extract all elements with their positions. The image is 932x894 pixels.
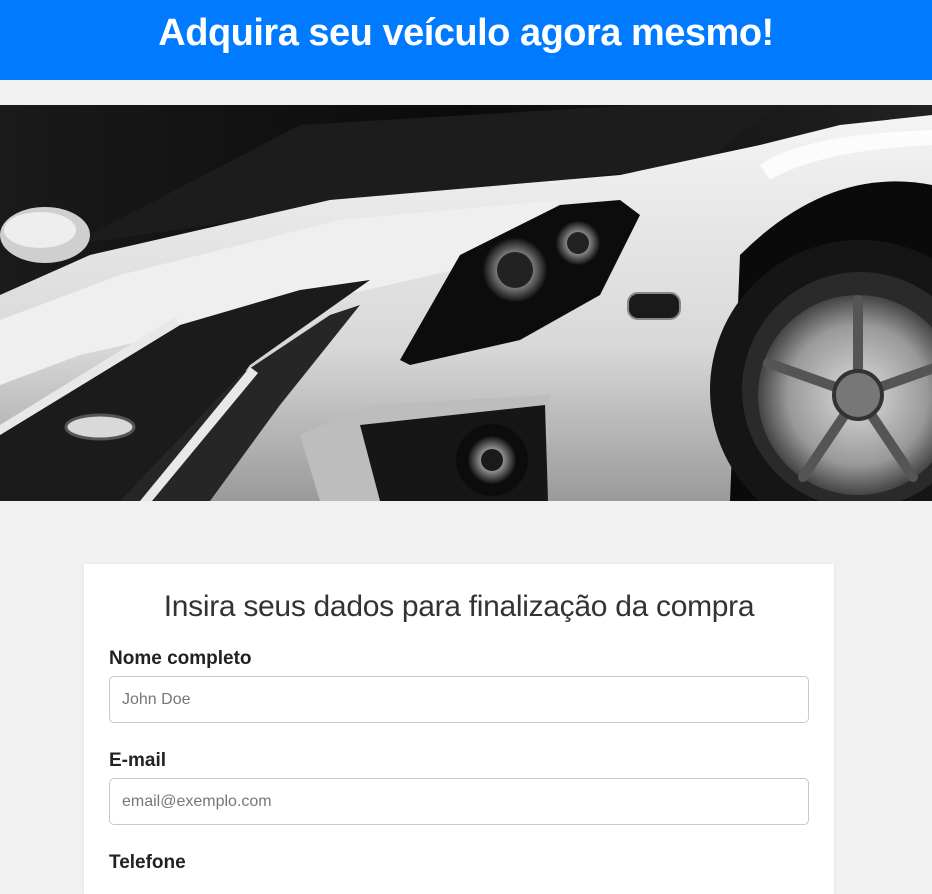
checkout-form: Insira seus dados para finalização da co…: [84, 564, 834, 894]
email-input[interactable]: [109, 778, 809, 825]
hero-car-image: [0, 105, 932, 501]
page-title: Adquira seu veículo agora mesmo!: [158, 11, 774, 54]
form-title: Insira seus dados para finalização da co…: [163, 590, 755, 623]
email-label: E-mail: [109, 750, 167, 771]
page-header: Adquira seu veículo agora mesmo!: [0, 0, 932, 80]
car-photo: [0, 105, 932, 501]
phone-label: Telefone: [109, 852, 186, 873]
full-name-label: Nome completo: [109, 648, 252, 669]
full-name-input[interactable]: [109, 676, 809, 723]
